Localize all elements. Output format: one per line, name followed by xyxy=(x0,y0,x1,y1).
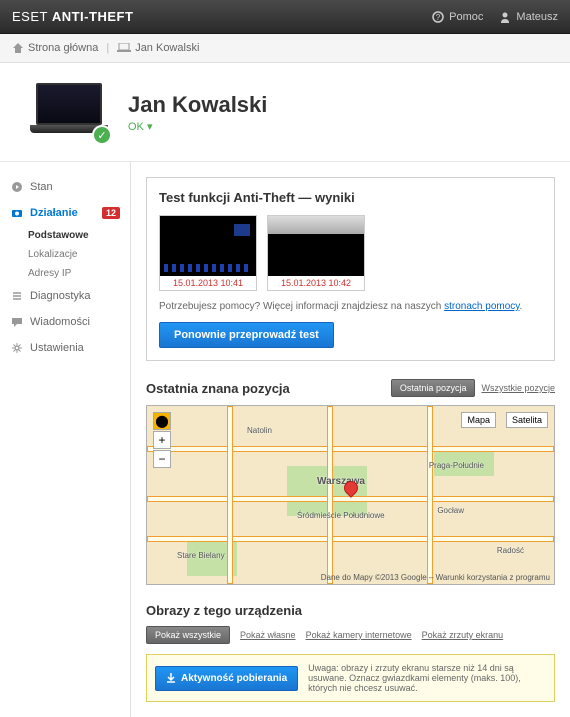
zoom-in-button[interactable]: + xyxy=(153,431,171,449)
device-image: ✓ xyxy=(30,83,108,141)
breadcrumb: Strona główna | Jan Kowalski xyxy=(0,34,570,63)
chat-icon xyxy=(10,315,24,329)
download-activity-button[interactable]: Aktywność pobierania xyxy=(155,666,298,691)
sidebar-item-messages[interactable]: Wiadomości xyxy=(0,309,130,335)
all-positions-link[interactable]: Wszystkie pozycje xyxy=(481,383,555,393)
filter-screenshot-link[interactable]: Pokaż zrzuty ekranu xyxy=(422,630,504,640)
location-title: Ostatnia znana pozycja xyxy=(146,381,290,396)
sidebar-item-settings[interactable]: Ustawienia xyxy=(0,335,130,361)
sidebar-item-activity[interactable]: Działanie 12 xyxy=(0,200,130,226)
device-status[interactable]: OK ▾ xyxy=(128,120,267,133)
sidebar-item-diagnostics[interactable]: Diagnostyka xyxy=(0,283,130,309)
filter-own-link[interactable]: Pokaż własne xyxy=(240,630,296,640)
status-ok-icon: ✓ xyxy=(92,125,112,145)
sidebar-sub-basic[interactable]: Podstawowe xyxy=(0,226,130,245)
breadcrumb-home[interactable]: Strona główna xyxy=(12,42,98,54)
map-type-map[interactable]: Mapa xyxy=(461,412,496,428)
webcam-thumb xyxy=(268,216,364,276)
help-icon: ? xyxy=(431,10,445,24)
help-pages-link[interactable]: stronach pomocy xyxy=(444,301,519,312)
device-name: Jan Kowalski xyxy=(128,92,267,118)
map-marker xyxy=(344,481,358,495)
zoom-out-button[interactable]: − xyxy=(153,450,171,468)
user-icon xyxy=(498,10,512,24)
svg-text:?: ? xyxy=(436,13,441,22)
sidebar-sub-locations[interactable]: Lokalizacje xyxy=(0,245,130,264)
sidebar-sub-ip[interactable]: Adresy IP xyxy=(0,264,130,283)
retest-button[interactable]: Ponownie przeprowadź test xyxy=(159,322,334,348)
map-attribution: Dane do Mapy ©2013 Google – Warunki korz… xyxy=(321,573,550,582)
map[interactable]: Warszawa Śródmieście Południowe Natolin … xyxy=(146,405,555,585)
activity-badge: 12 xyxy=(102,207,120,219)
list-icon xyxy=(10,289,24,303)
test-thumb-desktop[interactable]: 15.01.2013 10:41 xyxy=(159,215,257,291)
test-thumb-webcam[interactable]: 15.01.2013 10:42 xyxy=(267,215,365,291)
gear-icon xyxy=(10,341,24,355)
last-position-button[interactable]: Ostatnia pozycja xyxy=(391,379,476,397)
warning-text: Uwaga: obrazy i zrzuty ekranu starsze ni… xyxy=(308,663,546,693)
home-icon xyxy=(12,42,24,54)
help-text: Potrzebujesz pomocy? Więcej informacji z… xyxy=(159,301,542,312)
user-menu[interactable]: Mateusz xyxy=(498,10,558,24)
sidebar-item-state[interactable]: Stan xyxy=(0,174,130,200)
laptop-icon xyxy=(117,43,131,53)
filter-webcam-link[interactable]: Pokaż kamery internetowe xyxy=(306,630,412,640)
test-title: Test funkcji Anti-Theft — wyniki xyxy=(159,190,542,205)
map-type-satellite[interactable]: Satelita xyxy=(506,412,548,428)
images-title: Obrazy z tego urządzenia xyxy=(146,603,302,618)
screenshot-thumb xyxy=(160,216,256,276)
help-link[interactable]: ? Pomoc xyxy=(431,10,483,24)
street-view-button[interactable]: ⬤ xyxy=(153,412,171,430)
camera-icon xyxy=(10,206,24,220)
breadcrumb-device[interactable]: Jan Kowalski xyxy=(117,42,199,54)
filter-all-button[interactable]: Pokaż wszystkie xyxy=(146,626,230,644)
brand-logo: ESET ANTI-THEFT xyxy=(12,9,133,24)
download-icon xyxy=(166,673,176,683)
play-icon xyxy=(10,180,24,194)
